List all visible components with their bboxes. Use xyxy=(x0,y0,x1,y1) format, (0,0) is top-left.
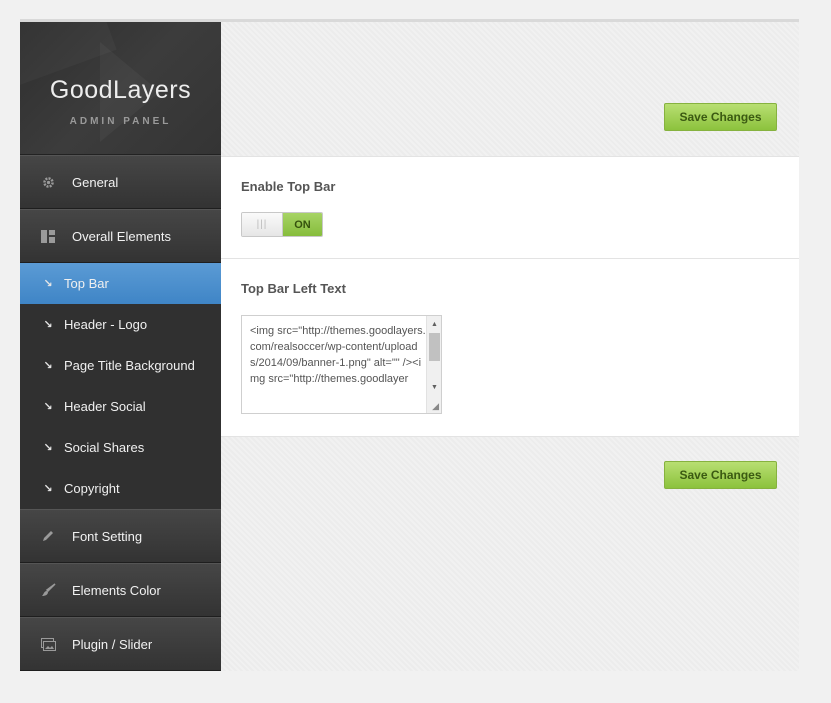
arrow-down-right-icon: ↘ xyxy=(43,360,53,372)
arrow-down-right-icon: ↘ xyxy=(43,401,53,413)
nav-section-label: Overall Elements xyxy=(72,228,171,244)
nav-section-elements-color[interactable]: Elements Color xyxy=(20,563,221,617)
layout-icon xyxy=(39,227,57,245)
toggle-handle[interactable]: ||| xyxy=(242,213,283,236)
top-bar-left-text-textarea[interactable]: <img src="http://themes.goodlayers.com/r… xyxy=(241,315,442,414)
arrow-down-right-icon: ↘ xyxy=(43,442,53,454)
sub-nav-list: ↘ Top Bar ↘ Header - Logo ↘ Page Title B… xyxy=(20,263,221,509)
sub-nav-item-header-social[interactable]: ↘ Header Social xyxy=(20,386,221,427)
sub-nav-item-copyright[interactable]: ↘ Copyright xyxy=(20,468,221,509)
sub-nav-label: Social Shares xyxy=(64,440,145,455)
toggle-state-label: ON xyxy=(283,213,322,236)
scrollbar-thumb[interactable] xyxy=(429,333,440,361)
enable-top-bar-toggle[interactable]: ||| ON xyxy=(241,212,323,237)
nav-section-label: Font Setting xyxy=(72,528,143,544)
sub-nav-item-social-shares[interactable]: ↘ Social Shares xyxy=(20,427,221,468)
option-title: Top Bar Left Text xyxy=(241,281,346,296)
scroll-down-arrow-icon[interactable]: ▼ xyxy=(427,380,441,394)
nav-section-general[interactable]: General xyxy=(20,155,221,209)
brand-title: GoodLayers xyxy=(49,76,192,104)
scroll-up-arrow-icon[interactable]: ▲ xyxy=(427,317,441,331)
nav-section-plugin-slider[interactable]: Plugin / Slider xyxy=(20,617,221,671)
main-content: Save Changes Enable Top Bar ||| ON Top B… xyxy=(221,22,799,671)
nav-section-label: Elements Color xyxy=(72,582,161,598)
brand-subtitle: ADMIN PANEL xyxy=(69,116,172,127)
sub-nav-label: Header Social xyxy=(64,399,146,414)
brush-icon xyxy=(39,581,57,599)
nav-section-overall-elements[interactable]: Overall Elements xyxy=(20,209,221,263)
resize-handle-icon[interactable]: ◢ xyxy=(426,396,441,413)
pencil-icon xyxy=(39,527,57,545)
brand-header: GoodLayers ADMIN PANEL xyxy=(20,22,221,155)
save-changes-button-bottom[interactable]: Save Changes xyxy=(664,461,777,489)
sidebar: GoodLayers ADMIN PANEL General Overall E… xyxy=(20,22,221,671)
sub-nav-item-top-bar[interactable]: ↘ Top Bar xyxy=(20,263,221,304)
arrow-down-right-icon: ↘ xyxy=(43,319,53,331)
sub-nav-label: Header - Logo xyxy=(64,317,148,332)
sub-nav-item-header-logo[interactable]: ↘ Header - Logo xyxy=(20,304,221,345)
option-top-bar-left-text: Top Bar Left Text <img src="http://theme… xyxy=(221,258,799,437)
sub-nav-label: Copyright xyxy=(64,481,120,496)
option-enable-top-bar: Enable Top Bar ||| ON xyxy=(221,156,799,258)
arrow-down-right-icon: ↘ xyxy=(43,483,53,495)
nav-section-label: General xyxy=(72,174,119,190)
sub-nav-label: Page Title Background xyxy=(64,358,195,373)
gear-icon xyxy=(39,173,57,191)
option-title: Enable Top Bar xyxy=(241,179,336,194)
slider-icon xyxy=(39,635,57,653)
textarea-value[interactable]: <img src="http://themes.goodlayers.com/r… xyxy=(242,316,426,413)
sub-nav-item-page-title-background[interactable]: ↘ Page Title Background xyxy=(20,345,221,386)
admin-panel: GoodLayers ADMIN PANEL General Overall E… xyxy=(20,19,799,671)
textarea-scrollbar[interactable]: ▲ ▼ xyxy=(426,316,441,396)
nav-section-font-setting[interactable]: Font Setting xyxy=(20,509,221,563)
arrow-down-right-icon: ↘ xyxy=(43,278,53,290)
sub-nav-label: Top Bar xyxy=(64,276,109,291)
nav-section-label: Plugin / Slider xyxy=(72,636,153,652)
save-changes-button-top[interactable]: Save Changes xyxy=(664,103,777,131)
